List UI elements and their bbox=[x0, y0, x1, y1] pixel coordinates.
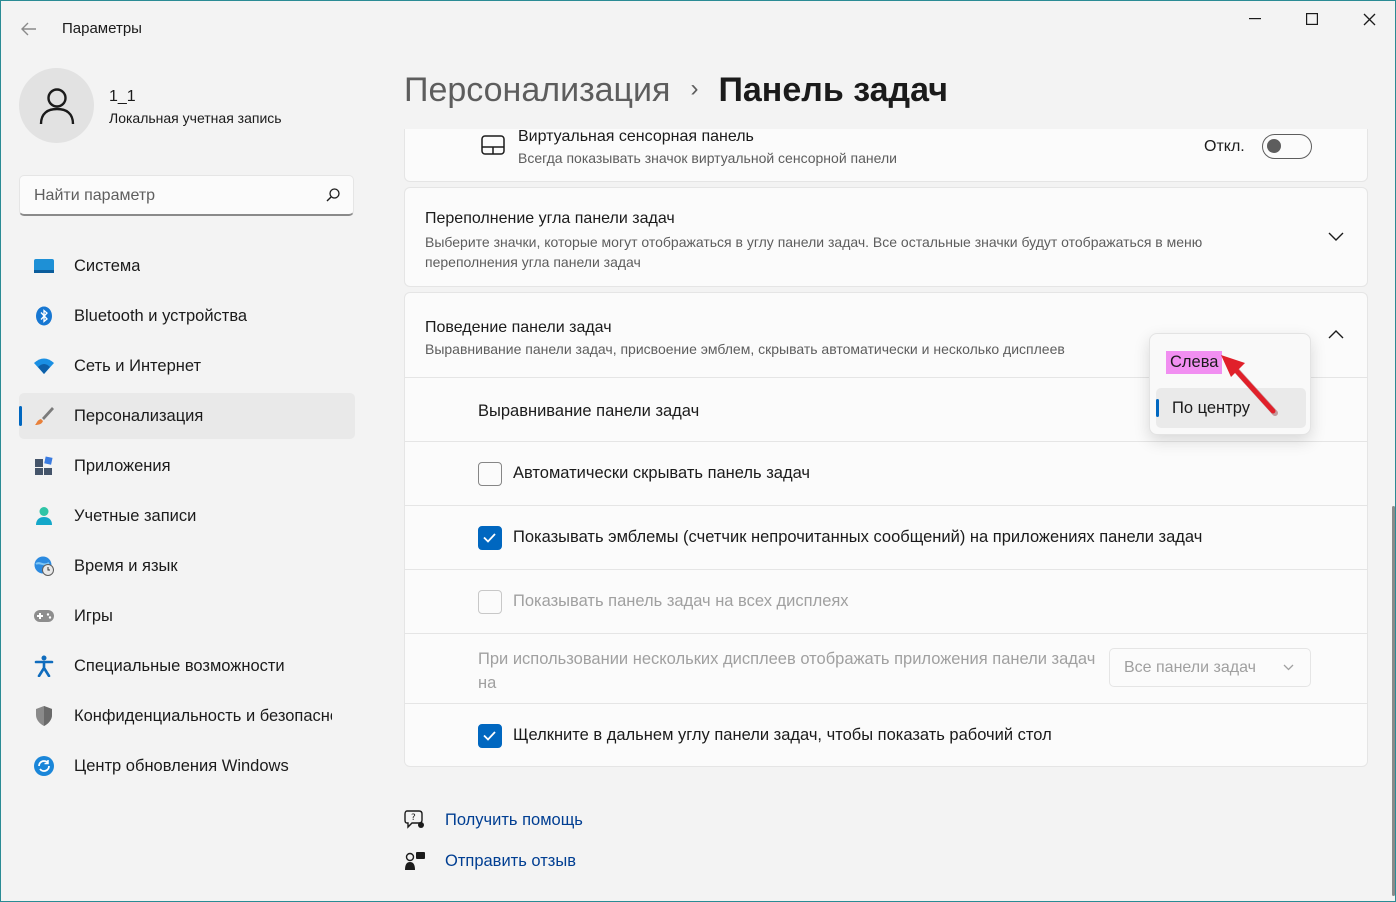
all-displays-row: Показывать панель задач на всех дисплеях bbox=[405, 569, 1367, 633]
chevron-down-icon bbox=[1283, 664, 1294, 671]
sidebar-item-accessibility[interactable]: Специальные возможности bbox=[19, 643, 355, 689]
sidebar-item-label: Персонализация bbox=[74, 407, 204, 425]
sidebar-item-label: Приложения bbox=[74, 457, 171, 475]
breadcrumb: Персонализация › Панель задач bbox=[404, 71, 948, 110]
person-icon bbox=[39, 87, 74, 124]
far-corner-checkbox[interactable] bbox=[478, 724, 502, 748]
far-corner-row[interactable]: Щелкните в дальнем углу панели задач, чт… bbox=[405, 703, 1367, 767]
annotation-arrow-icon bbox=[1221, 355, 1278, 416]
checkmark-icon bbox=[483, 533, 496, 543]
sidebar-item-time-language[interactable]: Время и язык bbox=[19, 543, 355, 589]
search-input[interactable]: Найти параметр bbox=[19, 175, 354, 216]
breadcrumb-parent[interactable]: Персонализация bbox=[404, 71, 670, 109]
globe-clock-icon bbox=[33, 556, 55, 576]
sidebar-item-label: Центр обновления Windows bbox=[74, 757, 289, 775]
badges-checkbox[interactable] bbox=[478, 526, 502, 550]
touchpad-toggle[interactable] bbox=[1262, 134, 1312, 159]
wifi-icon bbox=[33, 356, 55, 376]
svg-text:?: ? bbox=[411, 813, 416, 823]
breadcrumb-separator-icon: › bbox=[690, 75, 699, 102]
autohide-label: Автоматически скрывать панель задач bbox=[513, 464, 811, 482]
feedback-icon bbox=[405, 852, 425, 870]
person-icon bbox=[33, 506, 55, 526]
touchpad-icon bbox=[481, 135, 505, 155]
toggle-knob bbox=[1267, 139, 1281, 153]
sidebar-item-label: Время и язык bbox=[74, 557, 178, 575]
app-title: Параметры bbox=[62, 20, 142, 37]
far-corner-label: Щелкните в дальнем углу панели задач, чт… bbox=[513, 726, 1052, 744]
touchpad-title: Виртуальная сенсорная панель bbox=[518, 129, 754, 145]
sidebar-nav: Система Bluetooth и устройства Сеть и Ин… bbox=[19, 243, 355, 793]
help-chat-icon: ? bbox=[404, 810, 424, 829]
sidebar-item-accounts[interactable]: Учетные записи bbox=[19, 493, 355, 539]
back-button[interactable] bbox=[13, 15, 45, 43]
multi-display-select-value: Все панели задач bbox=[1124, 659, 1256, 676]
touchpad-toggle-label: Откл. bbox=[1204, 138, 1245, 155]
autohide-checkbox[interactable] bbox=[478, 462, 502, 486]
sidebar-item-label: Специальные возможности bbox=[74, 657, 285, 675]
settings-window: Параметры 1_1 Локальная учетная запись Н… bbox=[0, 0, 1396, 902]
touchpad-description: Всегда показывать значок виртуальной сен… bbox=[518, 150, 897, 166]
accessibility-icon bbox=[33, 655, 55, 677]
bluetooth-icon bbox=[33, 306, 55, 326]
main-content: Виртуальная сенсорная панель Всегда пока… bbox=[404, 129, 1368, 902]
sidebar-item-personalization[interactable]: Персонализация bbox=[19, 393, 355, 439]
close-icon bbox=[1363, 13, 1375, 25]
all-displays-label: Показывать панель задач на всех дисплеях bbox=[513, 592, 849, 610]
sidebar-item-label: Учетные записи bbox=[74, 507, 197, 525]
badges-label: Показывать эмблемы (счетчик непрочитанны… bbox=[513, 528, 1203, 546]
gamepad-icon bbox=[33, 606, 55, 626]
multi-display-select[interactable]: Все панели задач bbox=[1109, 648, 1311, 687]
page-title: Панель задач bbox=[718, 71, 948, 109]
touchpad-card: Виртуальная сенсорная панель Всегда пока… bbox=[404, 129, 1368, 182]
update-icon bbox=[33, 756, 55, 776]
user-account-type: Локальная учетная запись bbox=[109, 110, 282, 126]
overflow-card[interactable]: Переполнение угла панели задач Выберите … bbox=[404, 187, 1368, 287]
sidebar-item-label: Bluetooth и устройства bbox=[74, 307, 248, 325]
multi-display-label: При использовании нескольких дисплеев от… bbox=[478, 650, 1096, 692]
alignment-label: Выравнивание панели задач bbox=[478, 402, 700, 420]
minimize-icon bbox=[1249, 18, 1261, 20]
sidebar-item-apps[interactable]: Приложения bbox=[19, 443, 355, 489]
minimize-button[interactable] bbox=[1227, 1, 1283, 37]
maximize-button[interactable] bbox=[1284, 1, 1340, 37]
back-arrow-icon bbox=[21, 22, 36, 36]
search-placeholder: Найти параметр bbox=[34, 187, 156, 204]
chevron-down-icon[interactable] bbox=[1328, 232, 1344, 242]
brush-icon bbox=[33, 406, 55, 426]
autohide-row[interactable]: Автоматически скрывать панель задач bbox=[405, 441, 1367, 505]
behavior-description: Выравнивание панели задач, присвоение эм… bbox=[425, 341, 1065, 357]
sidebar-item-label: Игры bbox=[74, 607, 113, 625]
get-help-text: Получить помощь bbox=[445, 811, 583, 829]
system-icon bbox=[33, 256, 55, 276]
overflow-description: Выберите значки, которые могут отображат… bbox=[425, 234, 1203, 270]
sidebar-item-network[interactable]: Сеть и Интернет bbox=[19, 343, 355, 389]
sidebar-item-label: Сеть и Интернет bbox=[74, 357, 202, 375]
sidebar-item-windows-update[interactable]: Центр обновления Windows bbox=[19, 743, 355, 789]
overflow-title: Переполнение угла панели задач bbox=[425, 210, 675, 227]
maximize-icon bbox=[1306, 13, 1318, 25]
avatar bbox=[19, 68, 94, 143]
badges-row[interactable]: Показывать эмблемы (счетчик непрочитанны… bbox=[405, 505, 1367, 569]
sidebar-item-privacy[interactable]: Конфиденциальность и безопасность bbox=[19, 693, 355, 739]
search-icon bbox=[326, 188, 340, 202]
chevron-up-icon[interactable] bbox=[1328, 329, 1344, 339]
user-name: 1_1 bbox=[109, 88, 136, 105]
checkmark-icon bbox=[483, 731, 496, 741]
sidebar-item-gaming[interactable]: Игры bbox=[19, 593, 355, 639]
send-feedback-text: Отправить отзыв bbox=[445, 852, 576, 870]
apps-icon bbox=[33, 456, 55, 476]
title-bar: Параметры bbox=[1, 1, 1395, 57]
scrollbar[interactable] bbox=[1392, 506, 1395, 896]
close-button[interactable] bbox=[1341, 1, 1396, 37]
sidebar-item-label: Система bbox=[74, 257, 141, 275]
all-displays-checkbox[interactable] bbox=[478, 590, 502, 614]
sidebar-item-bluetooth[interactable]: Bluetooth и устройства bbox=[19, 293, 355, 339]
sidebar-item-system[interactable]: Система bbox=[19, 243, 355, 289]
shield-icon bbox=[33, 706, 55, 726]
behavior-title: Поведение панели задач bbox=[425, 319, 612, 336]
sidebar-item-label: Конфиденциальность и безопасность bbox=[74, 707, 332, 725]
